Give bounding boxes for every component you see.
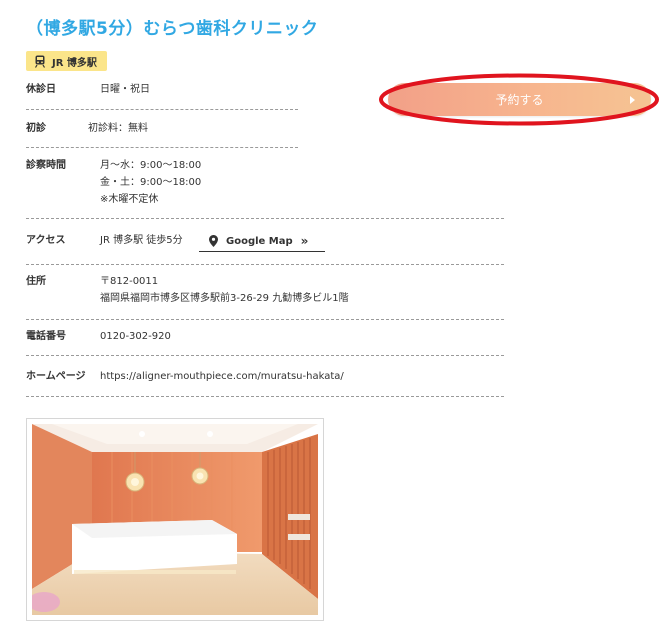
access-label: アクセス [26, 235, 66, 246]
access-value: JR 博多駅 徒歩5分 [100, 235, 183, 246]
phone-value[interactable]: 0120-302-920 [100, 328, 171, 345]
google-map-link[interactable]: Google Map » [199, 231, 325, 252]
hours-line: 金・土：9:00～18:00 [100, 177, 202, 188]
first-visit-row: 初診 初診料：無料 [26, 120, 148, 137]
clinic-photo [32, 424, 318, 615]
first-visit-value: 初診料：無料 [88, 123, 148, 134]
address-line: 福岡県福岡市博多区博多駅前3-26-29 九勧博多ビル1階 [100, 293, 349, 304]
address-value: 〒812-0011 福岡県福岡市博多区博多駅前3-26-29 九勧博多ビル1階 [100, 273, 349, 307]
hours-line: 月～水：9:00～18:00 [100, 160, 202, 171]
double-chevron-right-icon: » [300, 234, 309, 248]
station-badge: JR 博多駅 [26, 51, 107, 71]
address-row: 住所 〒812-0011 福岡県福岡市博多区博多駅前3-26-29 九勧博多ビル… [26, 273, 349, 307]
station-name: JR 博多駅 [52, 57, 97, 69]
phone-label: 電話番号 [26, 331, 66, 342]
divider [26, 319, 504, 320]
reserve-label: 予約する [495, 93, 544, 107]
clinic-photo-frame [26, 418, 324, 621]
access-row: アクセス JR 博多駅 徒歩5分 [26, 232, 183, 249]
divider [26, 355, 504, 356]
closed-days-value: 日曜・祝日 [100, 84, 150, 95]
clinic-detail-page: （博多駅5分）むらつ歯科クリニック JR 博多駅 休診日 日曜・祝日 初診 初診… [0, 0, 671, 631]
train-icon [34, 55, 46, 68]
divider [26, 264, 504, 265]
hours-value: 月～水：9:00～18:00 金・土：9:00～18:00 ※木曜不定休 [100, 157, 201, 208]
homepage-label: ホームページ [26, 371, 86, 382]
page-title: （博多駅5分）むらつ歯科クリニック [26, 19, 319, 39]
chevron-right-icon [630, 95, 635, 104]
divider [26, 147, 298, 148]
hours-note: ※木曜不定休 [100, 194, 159, 205]
closed-days-row: 休診日 日曜・祝日 [26, 81, 150, 98]
homepage-row: ホームページ https://aligner-mouthpiece.com/mu… [26, 368, 344, 385]
address-label: 住所 [26, 276, 46, 287]
map-pin-icon [209, 235, 218, 247]
homepage-link[interactable]: https://aligner-mouthpiece.com/muratsu-h… [100, 368, 344, 385]
closed-days-label: 休診日 [26, 84, 56, 95]
divider [26, 218, 504, 219]
reserve-button[interactable]: 予約する [388, 83, 651, 116]
hours-row: 診察時間 月～水：9:00～18:00 金・土：9:00～18:00 ※木曜不定… [26, 157, 201, 208]
phone-row: 電話番号 0120-302-920 [26, 328, 171, 345]
first-visit-label: 初診 [26, 123, 46, 134]
postal-code: 〒812-0011 [100, 276, 159, 287]
divider [26, 109, 298, 110]
divider [26, 396, 504, 397]
google-map-label: Google Map [226, 235, 293, 247]
hours-label: 診察時間 [26, 160, 66, 171]
reserve-area: 予約する [378, 72, 663, 128]
